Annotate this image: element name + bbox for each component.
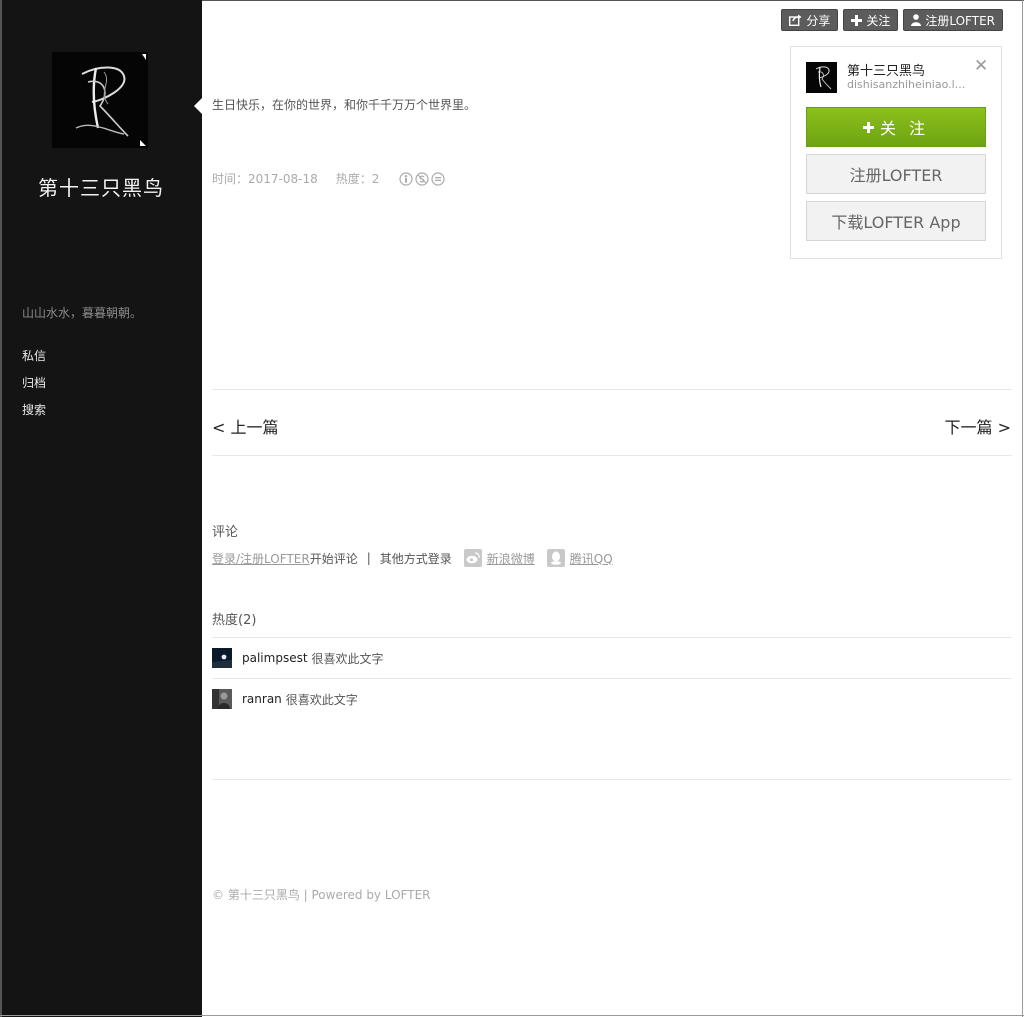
noderivatives-icon — [431, 171, 445, 186]
top-register-label: 注册LOFTER — [925, 13, 995, 28]
heat-title: 热度(2) — [212, 613, 257, 628]
plus-icon — [862, 121, 874, 133]
close-icon[interactable]: ✕ — [974, 58, 988, 75]
share-icon — [789, 14, 802, 26]
top-register-button[interactable]: 注册LOFTER — [903, 9, 1003, 31]
divider — [212, 678, 1012, 679]
window-bottom-border — [0, 1015, 1024, 1016]
license-icons[interactable] — [399, 171, 445, 186]
blog-avatar[interactable] — [52, 52, 148, 148]
sidebar-edge — [0, 0, 2, 1017]
divider — [212, 455, 1012, 456]
like-user-name[interactable]: palimpsest — [242, 651, 308, 665]
next-post-link[interactable]: 下一篇 > — [945, 414, 1012, 438]
avatar-scribble-image — [52, 52, 148, 148]
top-action-bar: 分享 关注 注册LOFTER — [781, 9, 1003, 31]
follow-button[interactable]: 关 注 — [806, 107, 986, 147]
card-avatar-image — [806, 62, 837, 93]
like-item: ranran 很喜欢此文字 — [212, 689, 358, 709]
divider — [212, 389, 1012, 390]
blog-description: 山山水水，暮暮朝朝。 — [22, 306, 143, 320]
blog-name[interactable]: 第十三只黑鸟 — [0, 172, 202, 201]
user-icon — [911, 14, 922, 26]
card-blog-domain: dishisanzhiheiniao.l... — [847, 78, 966, 91]
comments-title: 评论 — [212, 525, 239, 540]
qq-login-link[interactable]: 腾讯QQ — [570, 550, 613, 567]
divider-bar: | — [366, 551, 371, 565]
top-follow-label: 关注 — [866, 13, 891, 28]
card-blog-name[interactable]: 第十三只黑鸟 — [847, 60, 925, 79]
top-follow-button[interactable]: 关注 — [843, 9, 899, 31]
like-item: palimpsest 很喜欢此文字 — [212, 648, 384, 668]
like-action-text: 很喜欢此文字 — [311, 651, 384, 666]
follow-button-label: 关 注 — [879, 119, 930, 138]
sidebar: 第十三只黑鸟 山山水水，暮暮朝朝。 私信 归档 搜索 — [0, 0, 202, 1017]
post-heat[interactable]: 热度：2 — [336, 170, 380, 187]
card-avatar[interactable] — [806, 62, 837, 93]
divider — [212, 779, 1012, 780]
other-login-text: 其他方式登录 — [379, 551, 452, 566]
comment-login-line: 登录/注册LOFTER 开始评论 | 其他方式登录 新浪微博 腾讯QQ — [212, 549, 613, 567]
avatar[interactable] — [212, 689, 232, 709]
follow-card: 第十三只黑鸟 dishisanzhiheiniao.l... ✕ 关 注 注册L… — [790, 46, 1002, 259]
weibo-icon[interactable] — [463, 549, 482, 567]
nav-item-archive[interactable]: 归档 — [22, 375, 46, 402]
download-app-button[interactable]: 下载LOFTER App — [806, 201, 986, 241]
noncommercial-icon — [415, 171, 429, 186]
share-button[interactable]: 分享 — [781, 9, 839, 31]
window-right-border — [1022, 0, 1023, 1017]
sidebar-nav: 私信 归档 搜索 — [22, 348, 46, 429]
login-register-link[interactable]: 登录/注册LOFTER — [212, 550, 310, 567]
footer-text: © 第十三只黑鸟 | Powered by LOFTER — [212, 888, 431, 902]
like-action-text: 很喜欢此文字 — [285, 692, 358, 707]
share-label: 分享 — [806, 13, 831, 28]
nav-item-message[interactable]: 私信 — [22, 348, 46, 375]
attribution-icon — [399, 171, 413, 186]
start-comment-text: 开始评论 — [309, 551, 358, 566]
prev-post-link[interactable]: < 上一篇 — [212, 414, 279, 438]
avatar[interactable] — [212, 648, 232, 668]
register-button[interactable]: 注册LOFTER — [806, 154, 986, 194]
post-meta: 时间：2017-08-18 热度：2 — [212, 170, 445, 187]
divider — [212, 637, 1012, 638]
post-body-text: 生日快乐，在你的世界，和你千千万万个世界里。 — [212, 98, 477, 112]
plus-icon — [851, 14, 863, 26]
qq-icon[interactable] — [546, 549, 565, 567]
post-pointer-arrow — [194, 97, 203, 115]
weibo-login-link[interactable]: 新浪微博 — [487, 550, 535, 567]
post-time: 时间：2017-08-18 — [212, 172, 318, 186]
nav-item-search[interactable]: 搜索 — [22, 402, 46, 429]
like-user-name[interactable]: ranran — [242, 692, 282, 706]
